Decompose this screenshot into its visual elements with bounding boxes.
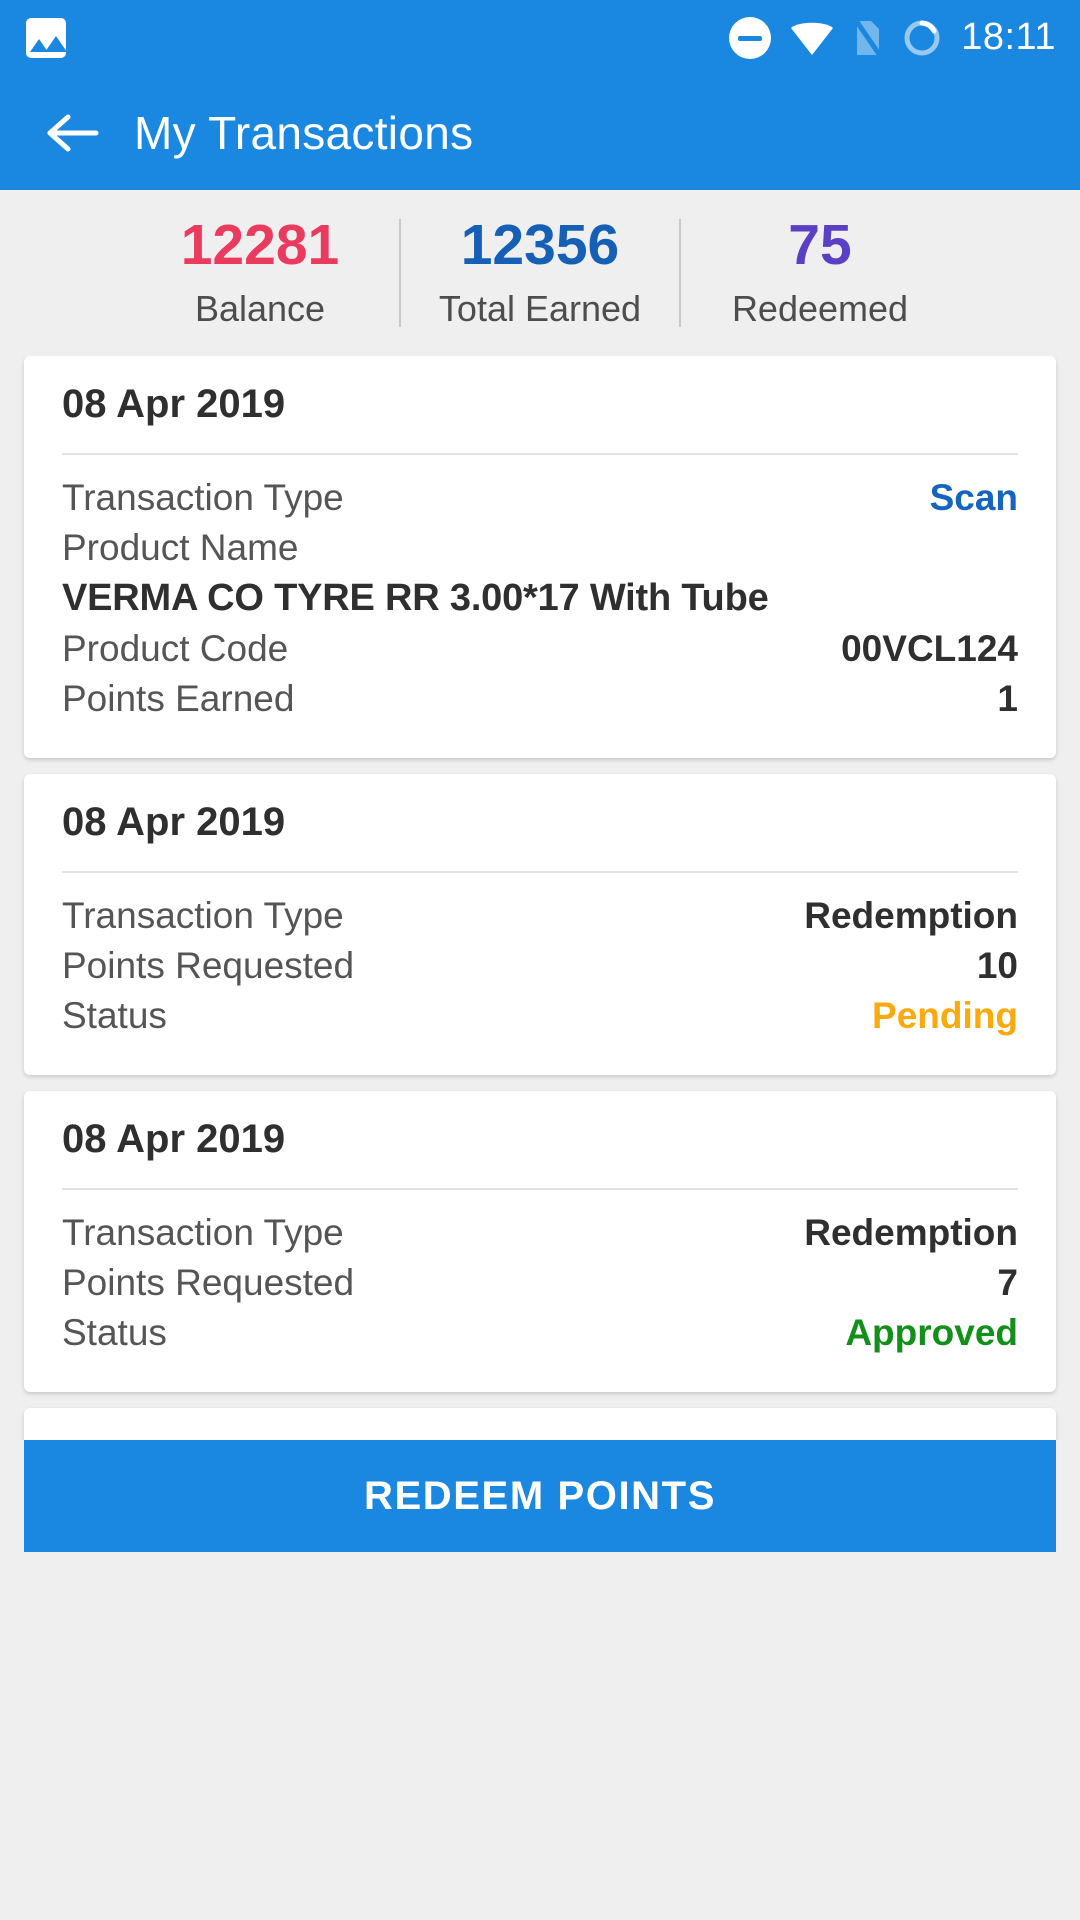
photo-icon [26,17,66,58]
transaction-date: 08 Apr 2019 [62,800,286,844]
transaction-date: 08 Apr 2019 [62,1117,286,1161]
transaction-row-type: Transaction Type Redemption [62,1212,1018,1254]
transaction-row-status: Status Approved [62,1312,1018,1354]
status-badge: Approved [845,1312,1018,1353]
transaction-date: 08 Apr 2019 [62,382,286,426]
stat-balance: 12281 Balance [121,213,399,330]
stat-total-earned-label: Total Earned [438,287,642,329]
transaction-card[interactable]: 08 Apr 2019 Transaction Type Scan Produc… [24,356,1056,758]
transaction-list-scroll[interactable]: 08 Apr 2019 Transaction Type Scan Produc… [0,356,1080,1440]
row-value: Scan [929,477,1018,518]
row-label: Transaction Type [62,895,344,936]
wifi-icon [789,17,835,59]
status-bar-clock: 18:11 [961,16,1056,58]
transaction-row-status: Status Pending [62,995,1018,1037]
stats-summary: 12281 Balance 12356 Total Earned 75 Rede… [0,190,1080,356]
row-value: 00VCL124 [841,628,1018,669]
battery-circle-icon [901,17,943,59]
row-value: Redemption [804,895,1018,936]
row-label: Transaction Type [62,1212,344,1253]
row-label: Points Earned [62,678,295,719]
stat-total-earned: 12356 Total Earned [401,213,679,330]
row-label: Points Requested [62,1262,355,1303]
status-bar-right: 18:11 [729,16,1056,59]
card-divider [62,1188,1018,1190]
transaction-row-type: Transaction Type Redemption [62,895,1018,937]
row-value: 7 [997,1262,1018,1303]
row-label: Transaction Type [62,477,344,518]
stat-balance-value: 12281 [180,213,340,278]
transaction-row-points-requested: Points Requested 7 [62,1262,1018,1304]
row-value: Redemption [804,1212,1018,1253]
transaction-card[interactable]: 08 Apr 2019 Transaction Type Redemption … [24,774,1056,1075]
row-value: 10 [976,945,1018,986]
stat-redeemed: 75 Redeemed [681,213,959,330]
transaction-row-points-earned: Points Earned 1 [62,678,1018,720]
product-name-value: VERMA CO TYRE RR 3.00*17 With Tube [62,577,769,619]
app-screen: 18:11 My Transactions 12281 Balance 1235… [0,0,1080,1920]
row-label: Product Name [62,527,299,568]
do-not-disturb-icon [729,16,772,59]
stat-balance-label: Balance [194,287,326,329]
app-bar: My Transactions [0,75,1080,190]
card-divider [62,453,1018,455]
bottom-bar: REDEEM POINTS [0,1440,1080,1920]
stat-total-earned-value: 12356 [460,213,620,278]
row-label: Status [62,1312,167,1353]
transaction-card[interactable]: 08 Apr 2019 Transaction Type Scan [24,1408,1056,1440]
transaction-row-points-requested: Points Requested 10 [62,945,1018,987]
sim-off-icon [853,17,884,59]
transaction-row-product-code: Product Code 00VCL124 [62,628,1018,670]
transaction-list: 08 Apr 2019 Transaction Type Scan Produc… [0,356,1080,1440]
status-badge: Pending [872,995,1018,1036]
row-label: Status [62,995,167,1036]
transaction-card[interactable]: 08 Apr 2019 Transaction Type Redemption … [24,1091,1056,1392]
status-bar: 18:11 [0,0,1080,75]
back-arrow-icon[interactable] [46,113,100,153]
row-label: Product Code [62,628,289,669]
row-label: Points Requested [62,945,355,986]
transaction-row-type: Transaction Type Scan [62,477,1018,519]
page-title: My Transactions [134,106,474,159]
row-value: 1 [997,678,1018,719]
status-bar-left [26,17,66,58]
redeem-points-button[interactable]: REDEEM POINTS [24,1440,1056,1552]
transaction-row-product-label: Product Name [62,527,1018,569]
stat-redeemed-label: Redeemed [731,287,909,329]
card-divider [62,871,1018,873]
stat-redeemed-value: 75 [788,213,852,278]
